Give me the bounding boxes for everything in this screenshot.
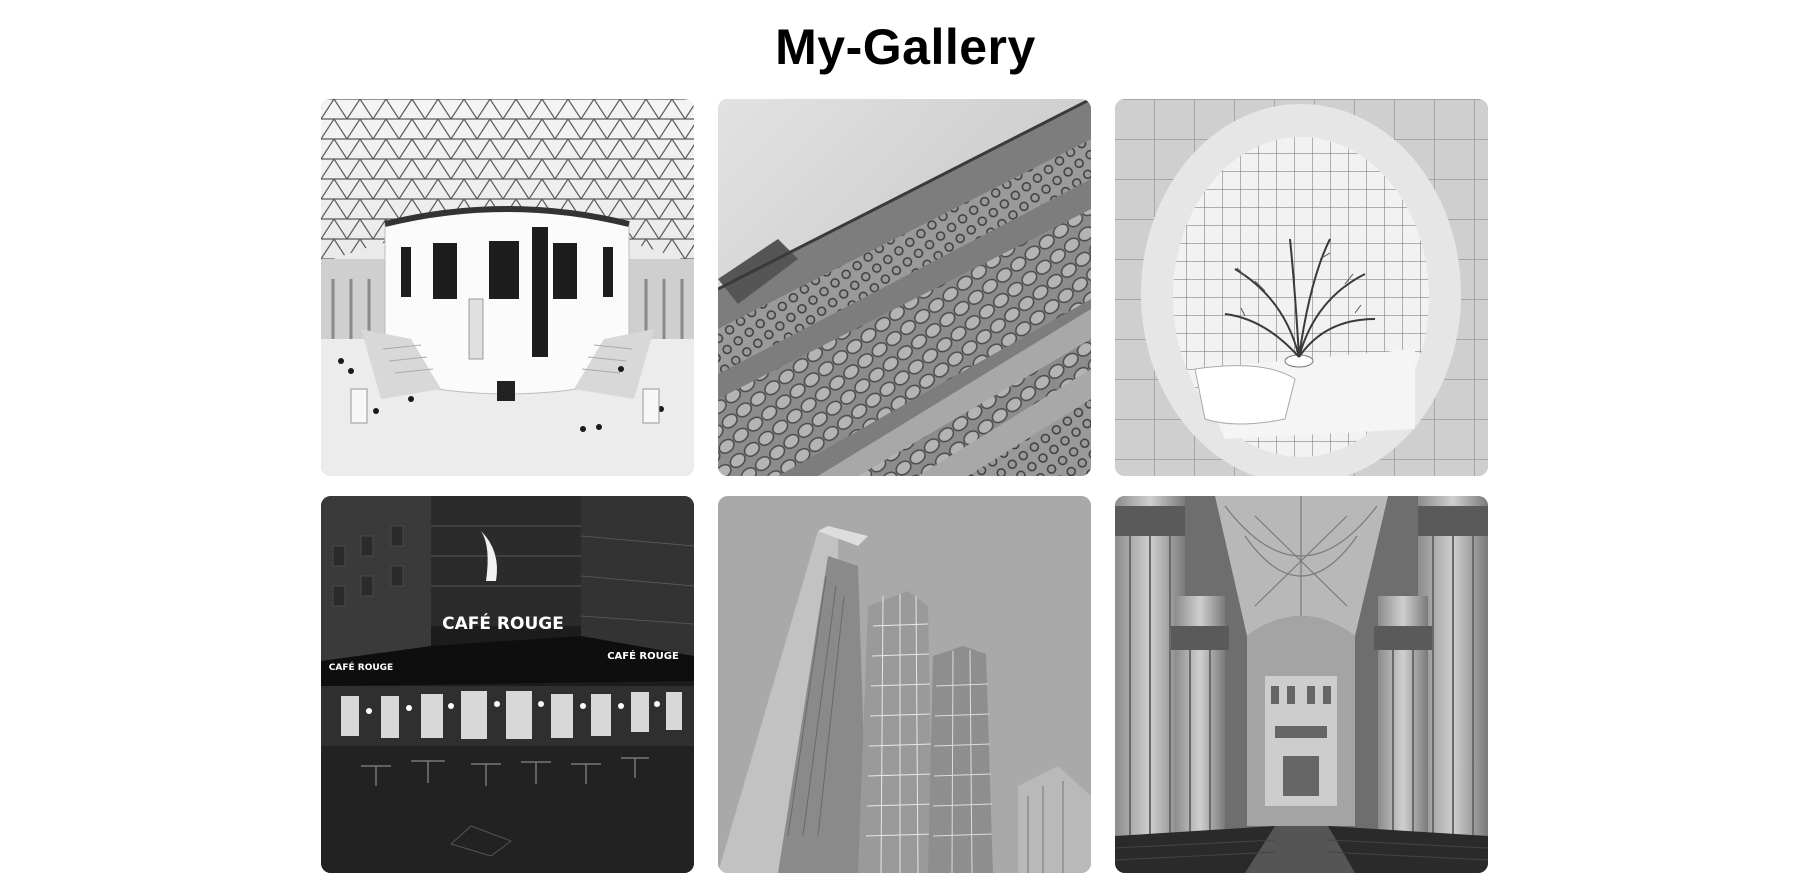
gallery-photo-museum-court[interactable] [321,99,694,476]
gallery-photo-tiled-room-plant[interactable] [1115,99,1488,476]
gallery-page: My-Gallery CAFÉ ROUGE CAFÉ ROUGE CAFÉ RO… [0,0,1811,881]
gallery-photo-ornate-facade[interactable] [718,99,1091,476]
gallery-photo-cathedral-nave[interactable] [1115,496,1488,873]
cafe-sign-left: CAFÉ ROUGE [329,661,393,673]
cafe-sign-right: CAFÉ ROUGE [607,649,679,662]
page-title: My-Gallery [775,19,1036,75]
cafe-sign-main: CAFÉ ROUGE [442,612,564,634]
gallery-photo-glass-tower[interactable] [718,496,1091,873]
photo-grid: CAFÉ ROUGE CAFÉ ROUGE CAFÉ ROUGE [321,99,1488,873]
gallery-photo-cafe-rouge-night[interactable]: CAFÉ ROUGE CAFÉ ROUGE CAFÉ ROUGE [321,496,694,873]
